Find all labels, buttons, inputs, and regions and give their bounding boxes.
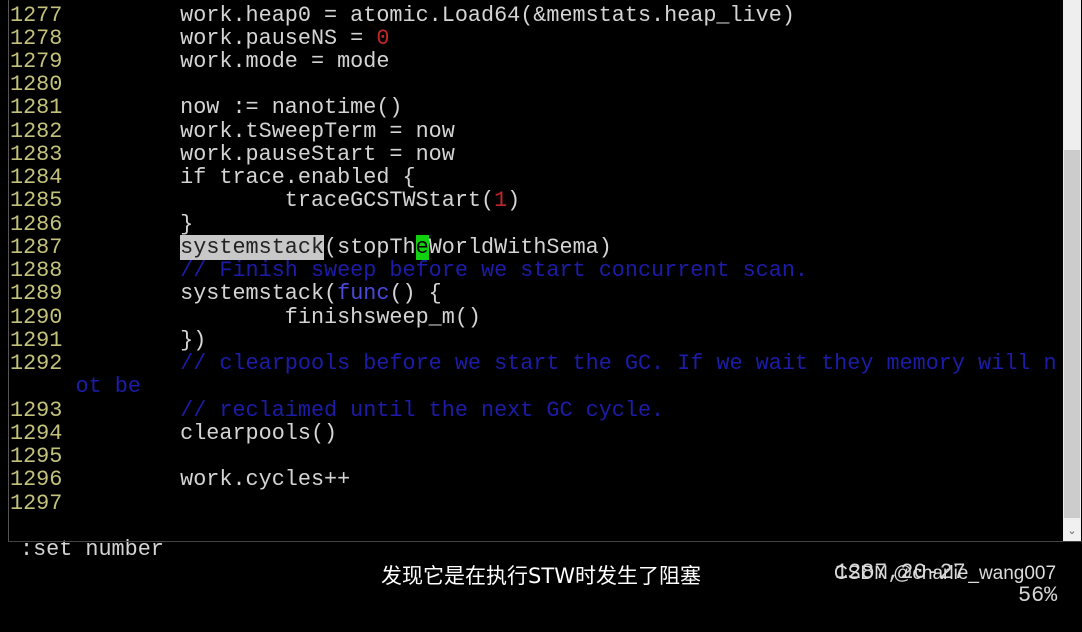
code-text: systemstack(func() { [76,282,442,305]
terminal-bottom-border [8,541,1082,542]
scrollbar-thumb[interactable] [1064,150,1080,519]
code-text: traceGCSTWStart(1) [75,188,521,214]
code-token: now := nanotime() [75,95,403,121]
code-text: } [75,211,194,237]
line-number: 1291 [10,327,63,353]
line-number: 1287 [10,234,63,260]
code-token: 0 [376,25,390,51]
code-text: work.pauseNS = 0 [75,25,390,51]
code-text: }) [75,327,207,353]
code-token: work.pauseNS = [75,25,377,51]
csdn-watermark: CSDN @charlie_wang007 [834,563,1057,584]
status-line: :set number 1287,20-27 56% [10,515,1057,608]
line-number: 1288 [10,258,63,284]
line-number: 1279 [10,48,63,74]
code-text: now := nanotime() [75,95,403,121]
code-text: // reclaimed until the next GC cycle. [75,397,665,423]
line-number: 1282 [10,118,63,144]
vim-terminal[interactable]: 1277 work.heap0 = atomic.Load64(&memstat… [0,0,1063,608]
code-token: traceGCSTWStart( [75,188,495,214]
code-token: work.heap0 = atomic.Load64(&memstats.hea… [75,2,795,28]
line-number: 1294 [10,420,63,446]
code-token: func [337,281,390,307]
code-token: systemstack( [75,281,338,307]
code-comment: // clearpools before we start the GC. If… [75,351,1057,377]
line-number: 1281 [10,95,63,121]
line-number: 1293 [10,397,63,423]
code-token: (stopTh [324,234,416,260]
code-text: systemstack(stopTheWorldWithSema) [76,234,612,260]
text-cursor: e [415,234,429,260]
code-token: 1 [494,188,508,214]
code-text: work.tSweepTerm = now [76,120,455,143]
code-token: clearpools() [75,420,338,446]
code-comment: ot be [75,374,141,400]
search-highlight: systemstack [180,234,325,260]
code-text: clearpools() [75,420,338,446]
code-text: work.pauseStart = now [76,143,455,166]
scroll-down-arrow-icon[interactable]: ⌄ [1063,520,1081,541]
code-text: finishsweep_m() [75,304,481,330]
code-text: work.cycles++ [75,467,351,493]
code-token: work.mode = mode [75,48,390,74]
line-number: 1285 [10,188,63,214]
code-text: ot be [76,375,141,398]
line-number: 1283 [10,141,63,167]
line-number: 1297 [10,490,63,516]
vertical-scrollbar[interactable]: ⌄ [1063,0,1081,541]
code-token: work.cycles++ [75,467,351,493]
code-token: work.pauseStart = now [75,141,455,167]
code-token: WorldWithSema) [428,234,612,260]
code-token: finishsweep_m() [75,304,481,330]
line-number: 1295 [10,444,63,470]
code-text: work.heap0 = atomic.Load64(&memstats.hea… [75,2,795,28]
code-comment: // Finish sweep before we start concurre… [75,258,808,284]
code-text: // clearpools before we start the GC. If… [75,351,1057,377]
code-token: if trace.enabled { [75,165,416,191]
code-text: work.mode = mode [75,48,390,74]
line-number: 1292 [10,351,63,377]
line-number: 1280 [10,72,63,98]
line-number: 1286 [10,211,63,237]
line-number: 1289 [10,281,63,307]
terminal-border [8,0,9,541]
code-token: work.tSweepTerm = now [75,118,455,144]
line-number: 1290 [10,304,63,330]
code-token: ) [507,188,521,214]
code-comment: // reclaimed until the next GC cycle. [75,397,665,423]
code-token: () { [389,281,442,307]
line-number: 1278 [10,25,63,51]
line-number: 1277 [10,2,63,28]
line-number: 1284 [10,165,63,191]
line-number: 1296 [10,467,63,493]
code-text: if trace.enabled { [75,165,416,191]
code-token: } [75,211,194,237]
code-token: }) [75,327,207,353]
code-text: // Finish sweep before we start concurre… [75,258,808,284]
